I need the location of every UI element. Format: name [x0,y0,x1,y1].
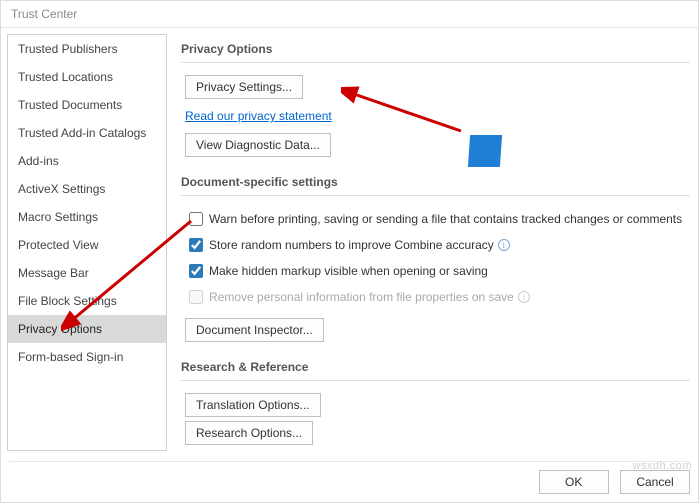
section-heading-research: Research & Reference [181,352,690,380]
view-diagnostic-data-button[interactable]: View Diagnostic Data... [185,133,331,157]
blue-square-icon [468,135,502,167]
checkbox-input-personal [189,290,203,304]
sidebar-item-trusted-documents[interactable]: Trusted Documents [8,91,166,119]
main-panel: Privacy Options Privacy Settings... Read… [171,28,698,457]
checkbox-label-personal: Remove personal information from file pr… [209,290,514,304]
checkbox-input-warn[interactable] [189,212,203,226]
privacy-settings-button[interactable]: Privacy Settings... [185,75,303,99]
info-icon[interactable]: i [498,239,510,251]
watermark: wsxdh.com [632,460,692,472]
sidebar: Trusted Publishers Trusted Locations Tru… [7,34,167,451]
sidebar-item-trusted-locations[interactable]: Trusted Locations [8,63,166,91]
checkbox-store-random-numbers[interactable]: Store random numbers to improve Combine … [185,232,690,258]
section-body-research: Translation Options... Research Options.… [181,380,690,455]
checkbox-label-markup: Make hidden markup visible when opening … [209,264,488,278]
ok-button[interactable]: OK [539,470,609,494]
sidebar-item-addins[interactable]: Add-ins [8,147,166,175]
sidebar-item-trusted-publishers[interactable]: Trusted Publishers [8,35,166,63]
sidebar-item-trusted-addin-catalogs[interactable]: Trusted Add-in Catalogs [8,119,166,147]
sidebar-item-macro-settings[interactable]: Macro Settings [8,203,166,231]
cancel-button[interactable]: Cancel [620,470,690,494]
section-body-document: Warn before printing, saving or sending … [181,195,690,352]
translation-options-button[interactable]: Translation Options... [185,393,321,417]
dialog-footer: OK Cancel [9,461,690,496]
sidebar-item-form-based-signin[interactable]: Form-based Sign-in [8,343,166,371]
dialog-title: Trust Center [1,1,698,27]
checkbox-label-warn: Warn before printing, saving or sending … [209,212,682,226]
checkbox-hidden-markup[interactable]: Make hidden markup visible when opening … [185,258,690,284]
research-options-button[interactable]: Research Options... [185,421,313,445]
section-heading-privacy: Privacy Options [181,34,690,62]
sidebar-item-privacy-options[interactable]: Privacy Options [8,315,166,343]
sidebar-item-file-block-settings[interactable]: File Block Settings [8,287,166,315]
checkbox-input-random[interactable] [189,238,203,252]
info-icon: i [518,291,530,303]
section-body-privacy: Privacy Settings... Read our privacy sta… [181,62,690,167]
dialog-content: Trusted Publishers Trusted Locations Tru… [1,27,698,457]
sidebar-item-message-bar[interactable]: Message Bar [8,259,166,287]
trust-center-dialog: Trust Center Trusted Publishers Trusted … [0,0,699,503]
privacy-statement-link[interactable]: Read our privacy statement [185,109,332,123]
sidebar-item-activex-settings[interactable]: ActiveX Settings [8,175,166,203]
checkbox-warn-before-printing[interactable]: Warn before printing, saving or sending … [185,206,690,232]
sidebar-item-protected-view[interactable]: Protected View [8,231,166,259]
checkbox-label-random: Store random numbers to improve Combine … [209,238,494,252]
checkbox-remove-personal-info: Remove personal information from file pr… [185,284,690,310]
section-heading-document: Document-specific settings [181,167,690,195]
document-inspector-button[interactable]: Document Inspector... [185,318,324,342]
checkbox-input-markup[interactable] [189,264,203,278]
